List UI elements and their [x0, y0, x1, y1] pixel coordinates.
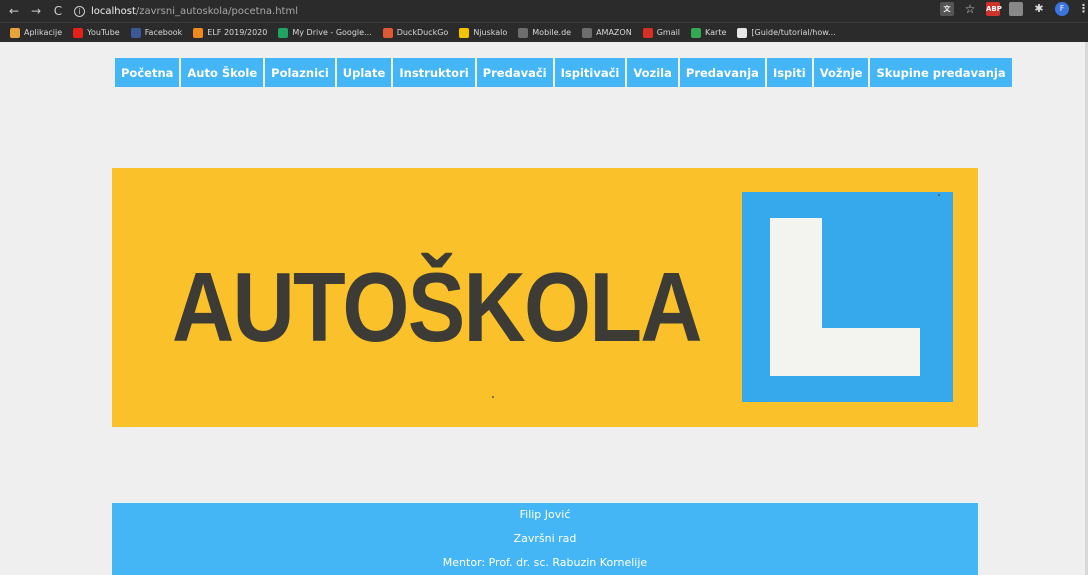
- forward-arrow-icon[interactable]: →: [28, 4, 44, 18]
- bookmark-label: Gmail: [656, 28, 681, 37]
- browser-toolbar: ← → C i localhost/zavrsni_autoskola/poce…: [0, 0, 1088, 22]
- facebook-icon: [130, 27, 141, 38]
- profile-avatar[interactable]: F: [1055, 2, 1069, 16]
- star-icon[interactable]: ☆: [963, 2, 977, 16]
- bookmark-item[interactable]: Aplikacije: [10, 27, 63, 38]
- bookmark-label: YouTube: [87, 28, 120, 37]
- youtube-icon: [73, 27, 84, 38]
- bookmark-item[interactable]: DuckDuckGo: [382, 27, 449, 38]
- extension-icon[interactable]: [1009, 2, 1023, 16]
- menu-item[interactable]: Vozila: [627, 58, 678, 87]
- bookmark-label: Mobile.de: [532, 28, 572, 37]
- menu-item[interactable]: Početna: [115, 58, 180, 87]
- bookmark-item[interactable]: [Guide/tutorial/how...: [737, 27, 836, 38]
- elf-icon: [193, 27, 204, 38]
- main-menu: Početna Auto Škole Polaznici Uplate Instrukt…: [115, 58, 1012, 87]
- footer-author: Filip Jović: [519, 508, 571, 521]
- bookmark-label: Facebook: [144, 28, 183, 37]
- puzzle-icon[interactable]: ✱: [1032, 2, 1046, 16]
- menu-item[interactable]: Auto Škole: [181, 58, 264, 87]
- bookmark-item[interactable]: Gmail: [642, 27, 681, 38]
- reload-icon[interactable]: C: [50, 4, 66, 18]
- adblock-icon[interactable]: ABP: [986, 2, 1002, 16]
- menu-item[interactable]: Predavanja: [679, 58, 765, 87]
- google-drive-icon: [278, 27, 289, 38]
- duckduckgo-icon: [382, 27, 393, 38]
- menu-item[interactable]: Ispiti: [766, 58, 812, 87]
- url-host: localhost: [91, 5, 136, 17]
- bookmark-label: AMAZON: [596, 28, 632, 37]
- bookmark-item[interactable]: Mobile.de: [518, 27, 572, 38]
- address-bar[interactable]: i localhost/zavrsni_autoskola/pocetna.ht…: [74, 2, 298, 20]
- bookmark-item[interactable]: Karte: [691, 27, 727, 38]
- page-icon: [737, 27, 748, 38]
- bookmark-item[interactable]: AMAZON: [582, 27, 632, 38]
- mobile-de-icon: [518, 27, 529, 38]
- bookmark-item[interactable]: Njuskalo: [459, 27, 508, 38]
- page-footer: Filip Jović Završni rad Mentor: Prof. dr…: [112, 503, 978, 575]
- njuskalo-icon: [459, 27, 470, 38]
- bookmark-label: [Guide/tutorial/how...: [751, 28, 836, 37]
- footer-mentor: Mentor: Prof. dr. sc. Rabuzin Kornelije: [442, 556, 648, 569]
- bookmark-label: DuckDuckGo: [396, 28, 449, 37]
- learner-l-sign: [742, 192, 953, 402]
- translate-icon[interactable]: 文: [940, 2, 954, 16]
- info-icon[interactable]: i: [74, 5, 85, 17]
- menu-item[interactable]: Ispitivači: [554, 58, 626, 87]
- bookmarks-bar: Aplikacije YouTube Facebook ELF 2019/2020 My…: [0, 22, 1088, 42]
- bookmark-item[interactable]: Facebook: [130, 27, 183, 38]
- menu-item[interactable]: Uplate: [336, 58, 392, 87]
- menu-item[interactable]: Polaznici: [265, 58, 335, 87]
- bookmark-item[interactable]: YouTube: [73, 27, 120, 38]
- menu-item[interactable]: Predavači: [476, 58, 553, 87]
- menu-item[interactable]: Instruktori: [393, 58, 475, 87]
- bookmark-item[interactable]: ELF 2019/2020: [193, 27, 268, 38]
- l-letter-horizontal: [770, 328, 920, 376]
- bookmark-label: My Drive - Google...: [292, 28, 372, 37]
- menu-item[interactable]: Skupine predavanja: [870, 58, 1012, 87]
- speck: [492, 396, 494, 398]
- page-content: Početna Auto Škole Polaznici Uplate Instrukt…: [0, 42, 1088, 575]
- banner-title: AUTOŠKOLA: [172, 252, 703, 362]
- bookmark-label: Aplikacije: [24, 28, 63, 37]
- gmail-icon: [642, 27, 653, 38]
- back-arrow-icon[interactable]: ←: [6, 4, 22, 18]
- menu-kebab-icon[interactable]: ⋮: [1078, 2, 1088, 16]
- url-path: /zavrsni_autoskola/pocetna.html: [135, 5, 298, 17]
- speck: [938, 194, 940, 196]
- apps-grid-icon: [10, 27, 20, 38]
- bookmark-label: ELF 2019/2020: [207, 28, 268, 37]
- bookmark-label: Karte: [705, 28, 727, 37]
- amazon-icon: [582, 27, 593, 38]
- bookmark-label: Njuskalo: [473, 28, 508, 37]
- footer-subtitle: Završni rad: [513, 532, 577, 545]
- menu-item[interactable]: Vožnje: [813, 58, 869, 87]
- maps-icon: [691, 27, 702, 38]
- bookmark-item[interactable]: My Drive - Google...: [278, 27, 372, 38]
- autoskola-banner: AUTOŠKOLA: [112, 168, 978, 427]
